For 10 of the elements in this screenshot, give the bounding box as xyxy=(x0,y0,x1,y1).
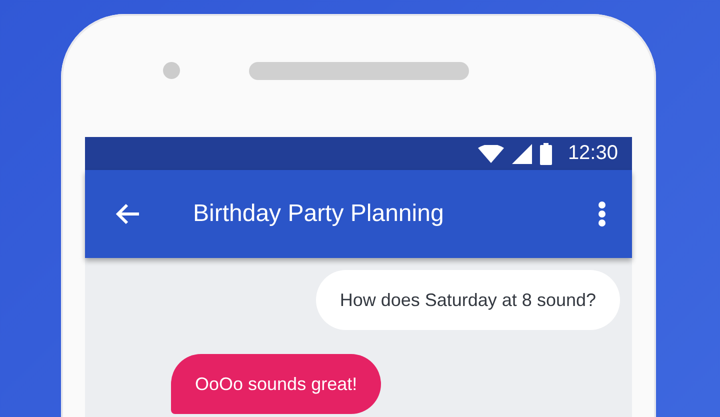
back-arrow-icon[interactable] xyxy=(115,202,141,226)
sent-message: How does Saturday at 8 sound? xyxy=(316,270,620,330)
status-time: 12:30 xyxy=(568,142,618,165)
signal-icon xyxy=(512,144,532,164)
more-options-icon[interactable] xyxy=(598,201,606,227)
wifi-icon xyxy=(478,144,504,162)
battery-icon xyxy=(540,142,552,164)
received-message: OoOo sounds great! xyxy=(171,354,382,414)
conversation-title: Birthday Party Planning xyxy=(193,200,445,228)
camera-dot xyxy=(163,62,180,79)
